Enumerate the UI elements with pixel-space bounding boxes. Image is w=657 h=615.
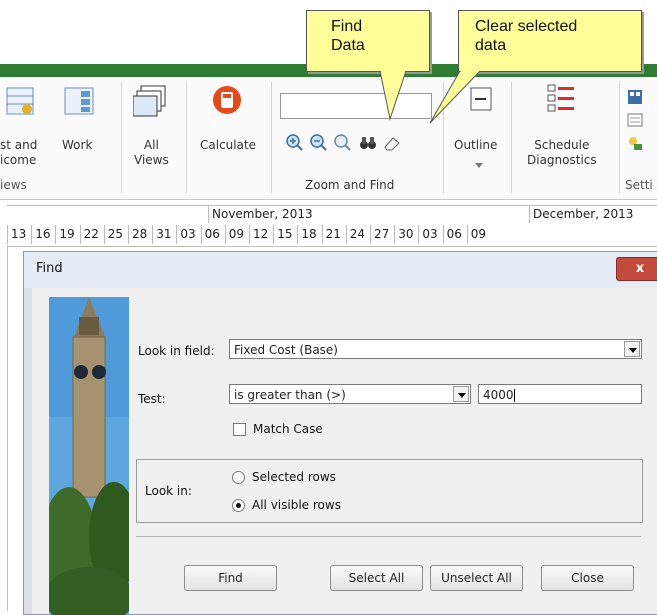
test-label: Test: <box>138 392 166 406</box>
timescale-day: 06 <box>442 225 467 244</box>
gantt-timescale: November, 2013 December, 2013 13 16 19 22 25 2… <box>7 205 657 247</box>
ribbon-separator <box>511 81 512 193</box>
timescale-day: 24 <box>345 225 370 244</box>
timescale-day: 21 <box>321 225 346 244</box>
schedule-diagnostics-label[interactable]: Schedule Diagnostics <box>527 138 597 168</box>
timescale-month: December, 2013 <box>529 206 657 223</box>
text-caret <box>513 389 515 402</box>
outline-dropdown-arrow-icon[interactable] <box>475 158 483 168</box>
test-value-input[interactable]: 4000 <box>478 384 642 404</box>
test-value-text: 4000 <box>483 388 514 402</box>
ribbon-separator <box>121 81 122 193</box>
timescale-day: 18 <box>297 225 321 244</box>
dialog-close-button[interactable]: x <box>616 257 657 281</box>
views-group-label: iews <box>0 178 27 192</box>
timescale-day: 31 <box>152 225 176 244</box>
test-dropdown-icon[interactable] <box>453 386 469 402</box>
look-in-field-select[interactable]: Fixed Cost (Base) <box>229 339 642 359</box>
zoom-entire-project-icon[interactable] <box>333 133 351 151</box>
look-in-field-label: Look in field: <box>138 344 215 358</box>
timescale-day: 03 <box>418 225 442 244</box>
selected-rows-radio[interactable] <box>232 471 245 484</box>
find-data-callout-pointer <box>379 71 407 121</box>
zoom-in-icon[interactable] <box>285 133 303 151</box>
match-case-label[interactable]: Match Case <box>253 422 323 436</box>
custom-fields-icon[interactable] <box>627 113 643 127</box>
timescale-day: 16 <box>31 225 55 244</box>
links-between-projects-icon[interactable] <box>627 135 643 151</box>
zoom-find-group-label: Zoom and Find <box>305 178 395 192</box>
dialog-divider <box>136 536 641 537</box>
settings-group-label: Setti <box>625 178 653 192</box>
select-all-button[interactable]: Select All <box>330 565 423 591</box>
timescale-day: 06 <box>200 225 225 244</box>
timescale-day: 25 <box>103 225 128 244</box>
timescale-day: 19 <box>55 225 79 244</box>
dialog-body: Look in field: Fixed Cost (Base) Test: i… <box>32 288 657 615</box>
close-button[interactable]: Close <box>541 565 634 591</box>
dialog-titlebar[interactable]: Find x <box>24 252 657 288</box>
all-visible-rows-radio[interactable] <box>232 499 245 512</box>
look-in-field-dropdown-icon[interactable] <box>624 341 640 357</box>
dialog-title: Find <box>36 261 63 276</box>
timescale-day: 09 <box>466 225 491 244</box>
zoom-out-icon[interactable] <box>309 133 327 151</box>
calculator-icon[interactable] <box>212 85 242 115</box>
work-button-label[interactable]: Work <box>62 138 92 153</box>
work-icon[interactable] <box>64 87 94 117</box>
match-case-checkbox[interactable] <box>233 423 246 436</box>
unselect-all-button[interactable]: Unselect All <box>430 565 523 591</box>
binoculars-find-icon[interactable] <box>359 135 377 151</box>
look-in-group <box>136 459 643 523</box>
all-views-icon[interactable] <box>132 85 167 117</box>
ribbon-separator <box>271 81 272 193</box>
clock-tower-image <box>49 297 129 615</box>
all-visible-rows-label[interactable]: All visible rows <box>252 498 341 512</box>
selected-rows-label[interactable]: Selected rows <box>252 470 336 484</box>
timescale-month: November, 2013 <box>208 206 533 223</box>
timescale-day: 30 <box>394 225 418 244</box>
look-in-field-value: Fixed Cost (Base) <box>234 343 338 357</box>
timescale-day: 27 <box>370 225 394 244</box>
calculate-button-label[interactable]: Calculate <box>200 138 256 153</box>
clear-selected-data-callout: Clear selected data <box>458 10 642 72</box>
gantt-left-border <box>7 245 8 611</box>
find-data-callout: Find Data <box>306 10 430 72</box>
test-value: is greater than (>) <box>234 388 346 402</box>
cost-and-income-icon[interactable] <box>6 87 36 117</box>
project-information-icon[interactable] <box>627 89 643 105</box>
ribbon: st and icome Work iews All Views Calcula… <box>0 77 657 200</box>
find-button[interactable]: Find <box>184 565 277 591</box>
schedule-diagnostics-icon[interactable] <box>546 82 576 114</box>
find-dialog: Find x Look in field: Fixed Cost (Base) … <box>23 251 657 615</box>
cost-income-label[interactable]: st and icome <box>0 138 37 168</box>
timescale-day: 22 <box>79 225 104 244</box>
look-in-label: Look in: <box>145 484 192 498</box>
all-views-label[interactable]: All Views <box>134 138 169 168</box>
outline-button-label[interactable]: Outline <box>454 138 497 153</box>
test-select[interactable]: is greater than (>) <box>229 384 471 404</box>
clear-selected-callout-pointer <box>429 71 481 124</box>
eraser-clear-icon[interactable] <box>383 135 401 151</box>
timescale-day: 12 <box>249 225 273 244</box>
timescale-day: 03 <box>176 225 200 244</box>
timescale-day: 13 <box>7 225 31 244</box>
timescale-day: 28 <box>128 225 152 244</box>
timescale-day: 09 <box>224 225 249 244</box>
ribbon-separator <box>186 81 187 193</box>
timescale-day: 15 <box>273 225 297 244</box>
ribbon-separator <box>619 81 620 193</box>
